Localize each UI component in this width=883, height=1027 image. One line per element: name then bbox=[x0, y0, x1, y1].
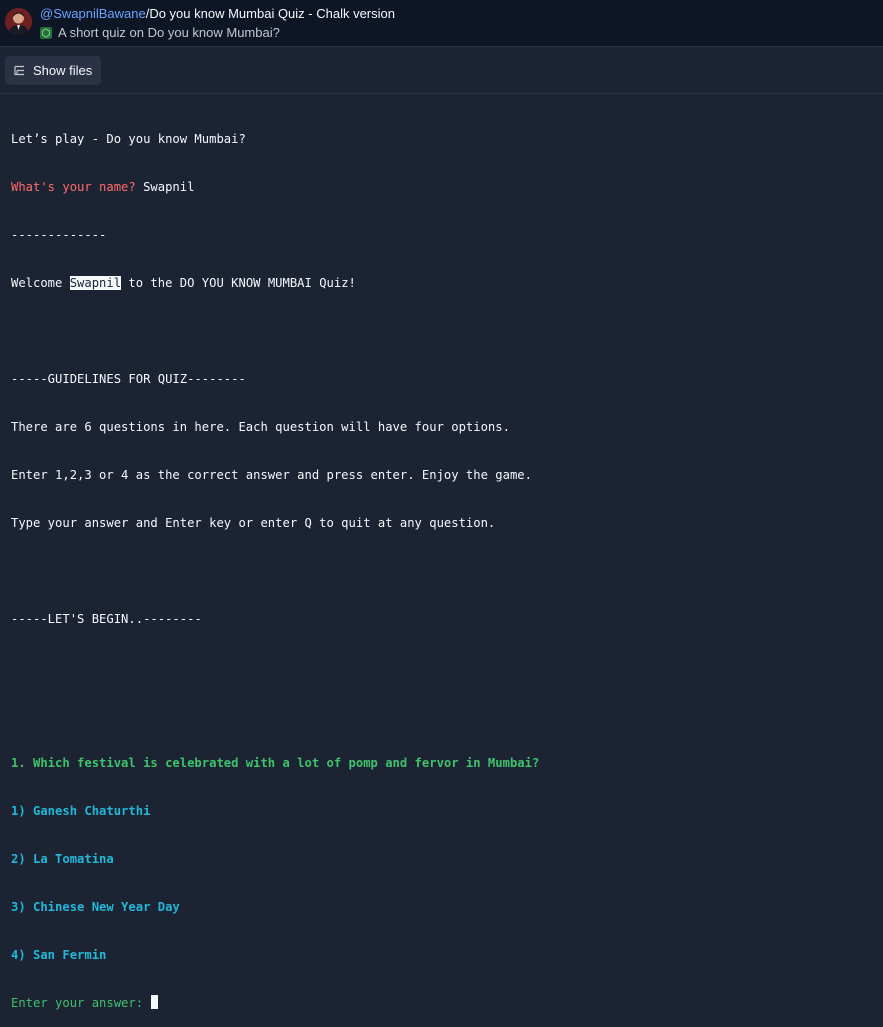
repl-name: Do you know Mumbai Quiz - Chalk version bbox=[149, 6, 395, 21]
option-item: 2) La Tomatina bbox=[11, 852, 114, 866]
nodejs-icon bbox=[40, 27, 52, 39]
show-files-button[interactable]: Show files bbox=[5, 56, 102, 85]
console-output[interactable]: Let’s play - Do you know Mumbai? What's … bbox=[11, 99, 883, 1027]
avatar[interactable] bbox=[5, 8, 32, 35]
option-item: 4) San Fermin bbox=[11, 948, 107, 962]
question-text: 1. Which festival is celebrated with a l… bbox=[11, 756, 540, 770]
guideline-line: Enter 1,2,3 or 4 as the correct answer a… bbox=[11, 468, 532, 482]
repl-description: A short quiz on Do you know Mumbai? bbox=[40, 25, 280, 41]
guideline-line: Type your answer and Enter key or enter … bbox=[11, 516, 496, 530]
guidelines-heading: -----GUIDELINES FOR QUIZ-------- bbox=[11, 372, 246, 386]
divider: ------------- bbox=[11, 228, 107, 242]
option-item: 3) Chinese New Year Day bbox=[11, 900, 180, 914]
answer-prompt: Enter your answer: bbox=[11, 996, 151, 1010]
show-files-label: Show files bbox=[33, 63, 93, 78]
repl-header: @SwapnilBawane/Do you know Mumbai Quiz -… bbox=[0, 0, 883, 47]
name-value: Swapnil bbox=[143, 180, 195, 194]
welcome-prefix: Welcome bbox=[11, 276, 70, 290]
avatar-image bbox=[5, 8, 32, 35]
text-cursor[interactable] bbox=[151, 995, 159, 1009]
answer-line[interactable]: Enter your answer: bbox=[11, 995, 883, 1011]
repl-title: @SwapnilBawane/Do you know Mumbai Quiz -… bbox=[40, 6, 395, 22]
welcome-line: Welcome Swapnil to the DO YOU KNOW MUMBA… bbox=[11, 275, 883, 291]
welcome-suffix: to the DO YOU KNOW MUMBAI Quiz! bbox=[121, 276, 356, 290]
name-prompt-line: What's your name? Swapnil bbox=[11, 179, 883, 195]
welcome-name-highlight: Swapnil bbox=[69, 276, 122, 290]
description-text: A short quiz on Do you know Mumbai? bbox=[58, 25, 280, 40]
name-prompt: What's your name? bbox=[11, 180, 144, 194]
option-item: 1) Ganesh Chaturthi bbox=[11, 804, 151, 818]
console-intro: Let’s play - Do you know Mumbai? bbox=[11, 132, 246, 146]
files-icon bbox=[14, 65, 24, 76]
begin-heading: -----LET'S BEGIN..-------- bbox=[11, 612, 202, 626]
toolbar: Show files bbox=[0, 47, 883, 94]
guideline-line: There are 6 questions in here. Each ques… bbox=[11, 420, 510, 434]
username-link[interactable]: @SwapnilBawane bbox=[40, 6, 146, 21]
